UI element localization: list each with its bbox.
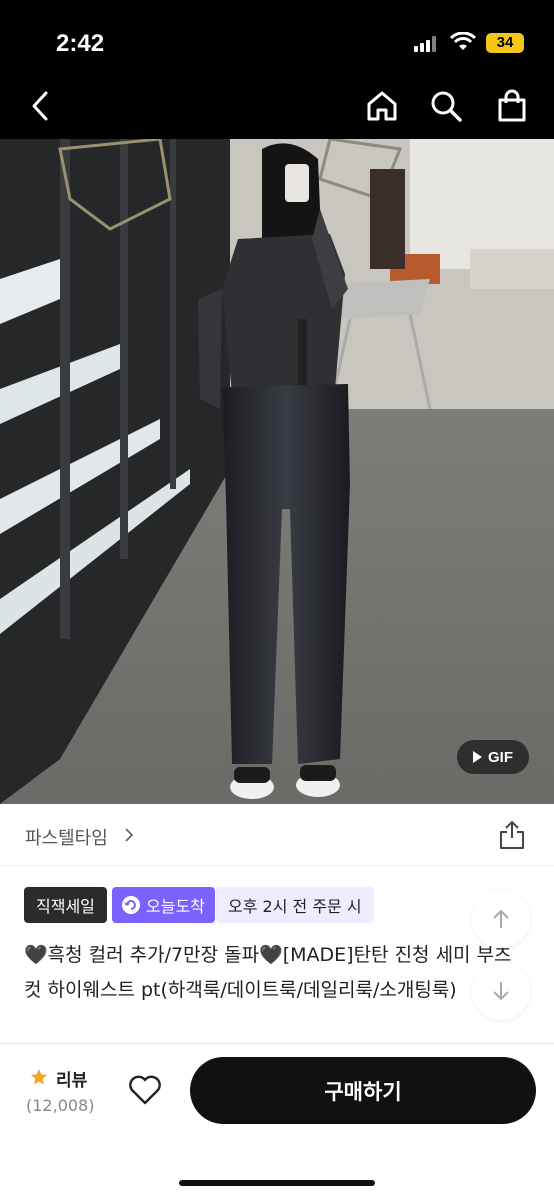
- home-icon[interactable]: [364, 88, 400, 124]
- back-chevron-icon[interactable]: [22, 88, 58, 124]
- heart-icon[interactable]: [128, 1074, 162, 1106]
- star-icon: [31, 1069, 47, 1085]
- brand-row[interactable]: 파스텔타임: [0, 804, 554, 866]
- review-count[interactable]: (12,008): [26, 1096, 94, 1115]
- chevron-right-icon: [125, 828, 134, 842]
- order-cutoff-tag: 오후 2시 전 주문 시: [216, 887, 374, 923]
- review-label[interactable]: 리뷰: [56, 1066, 87, 1091]
- play-icon: [473, 751, 482, 763]
- arrival-arrow-icon: [122, 896, 140, 914]
- wifi-icon: [450, 32, 476, 50]
- today-arrival-label: 오늘도착: [146, 897, 205, 916]
- home-indicator: [179, 1180, 375, 1186]
- buy-button[interactable]: 구매하기: [190, 1057, 536, 1124]
- product-image[interactable]: [0, 139, 554, 804]
- battery-icon: 34: [486, 33, 524, 53]
- scroll-up-button[interactable]: [472, 890, 530, 948]
- arrow-down-icon: [493, 982, 509, 1001]
- scroll-down-button[interactable]: [472, 962, 530, 1020]
- status-time: 2:42: [56, 30, 105, 57]
- product-title: 🖤흑청 컬러 추가/7만장 돌파🖤[MADE]탄탄 진청 세미 부츠컷 하이웨스…: [24, 944, 512, 1001]
- top-bar: 2:42 34: [0, 0, 554, 139]
- arrow-up-icon: [493, 909, 509, 928]
- today-arrival-tag: 오늘도착: [112, 887, 215, 923]
- direct-sale-tag: 직잭세일: [24, 887, 107, 923]
- cellular-signal-icon: [414, 36, 440, 52]
- gif-badge[interactable]: GIF: [457, 740, 529, 774]
- gif-label: GIF: [488, 748, 513, 766]
- brand-name[interactable]: 파스텔타임: [25, 824, 108, 850]
- share-icon[interactable]: [498, 820, 526, 850]
- shopping-bag-icon[interactable]: [494, 88, 530, 124]
- search-icon[interactable]: [428, 88, 464, 124]
